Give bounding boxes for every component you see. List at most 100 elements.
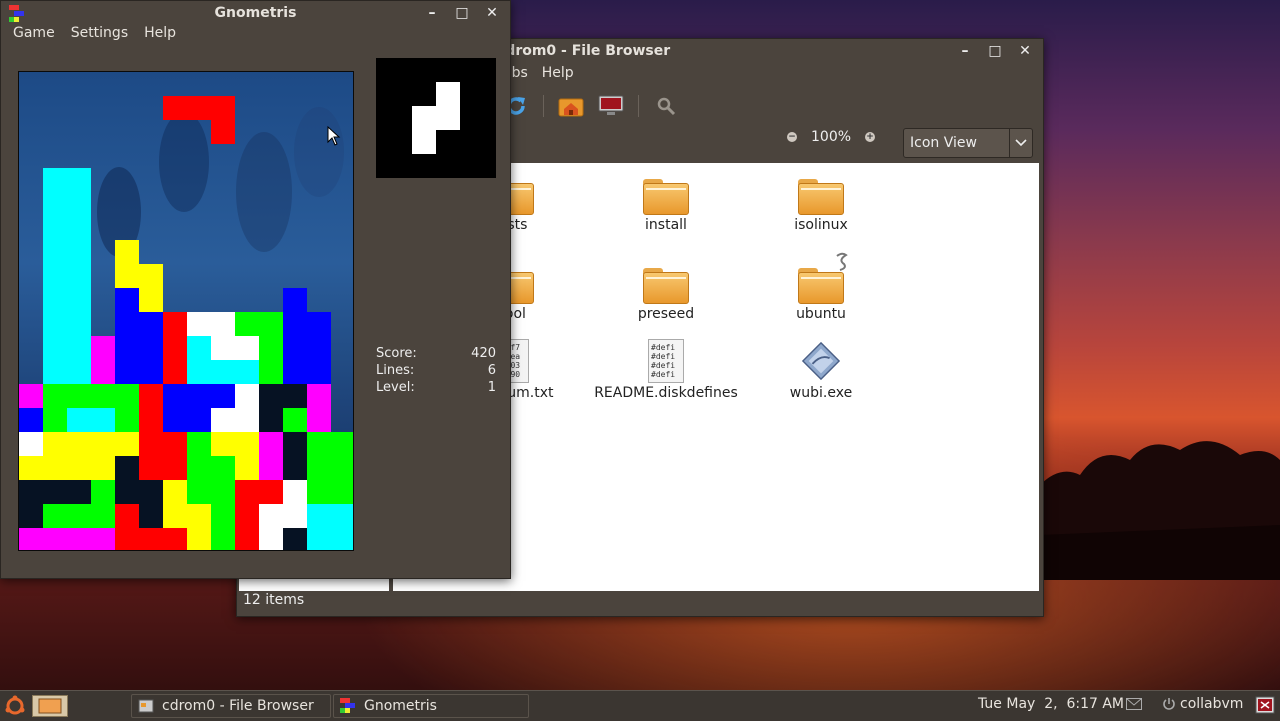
session-icon[interactable] [1255, 695, 1275, 719]
board-block [67, 240, 91, 264]
board-block [19, 504, 43, 528]
next-piece-block [412, 130, 436, 154]
task-gnometris[interactable]: Gnometris [333, 694, 529, 718]
board-block [211, 528, 235, 550]
board-block [187, 480, 211, 504]
board-block [91, 528, 115, 550]
game-board[interactable] [18, 71, 354, 551]
board-block [139, 312, 163, 336]
clock[interactable]: Tue May 2, 6:17 AM [978, 696, 1124, 712]
board-block [43, 288, 67, 312]
board-block [283, 336, 307, 360]
zoom-level[interactable]: 100% [805, 129, 857, 145]
board-block [67, 264, 91, 288]
home-button[interactable] [558, 93, 584, 119]
board-block [43, 240, 67, 264]
maximize-button[interactable]: □ [452, 4, 472, 22]
board-block [235, 456, 259, 480]
text-file-icon: #defi #defi #defi #defi [648, 339, 684, 383]
board-block [259, 480, 283, 504]
minimize-icon: – [961, 43, 969, 59]
board-block [43, 480, 67, 504]
ubuntu-menu-button[interactable] [4, 695, 26, 717]
board-block [115, 504, 139, 528]
board-block [187, 408, 211, 432]
task-label: Gnometris [364, 698, 437, 714]
board-block [19, 456, 43, 480]
board-block [307, 360, 331, 384]
board-block [331, 480, 353, 504]
text-preview-line: #defi [651, 343, 676, 352]
file-item-readme[interactable]: #defi #defi #defi #defi README.diskdefin… [591, 339, 741, 401]
board-block [19, 408, 43, 432]
board-block [139, 264, 163, 288]
zoom-out-button[interactable]: − [787, 132, 797, 142]
menu-game[interactable]: Game [7, 25, 61, 47]
board-cells [19, 96, 353, 550]
board-block [115, 288, 139, 312]
board-block [235, 528, 259, 550]
gnometris-titlebar[interactable]: Gnometris – □ ✕ [1, 1, 510, 27]
board-block [43, 192, 67, 216]
close-button[interactable]: ✕ [482, 4, 502, 22]
user-name[interactable]: collabvm [1180, 696, 1243, 712]
power-icon[interactable] [1162, 697, 1176, 715]
maximize-icon: □ [988, 43, 1002, 59]
board-block [115, 480, 139, 504]
board-block [67, 528, 91, 550]
minimize-button[interactable]: – [422, 4, 442, 22]
board-block [115, 528, 139, 550]
zoom-in-button[interactable]: + [865, 132, 876, 142]
board-block [163, 528, 187, 550]
board-block [91, 360, 115, 384]
board-block [331, 432, 353, 456]
board-block [307, 312, 331, 336]
menu-help[interactable]: Help [138, 25, 182, 47]
computer-button[interactable] [598, 93, 624, 119]
level-row: Level: 1 [376, 380, 496, 397]
board-block [235, 336, 259, 360]
gnometris-menubar: Game Settings Help [7, 25, 182, 47]
file-item-wubi[interactable]: wubi.exe [746, 339, 896, 401]
board-block [283, 288, 307, 312]
task-file-browser[interactable]: cdrom0 - File Browser [131, 694, 331, 718]
text-preview-line: #defi [651, 352, 676, 361]
board-block [91, 504, 115, 528]
file-item-isolinux[interactable]: isolinux [746, 179, 896, 233]
board-block [67, 312, 91, 336]
file-browser-app-icon [138, 699, 154, 713]
search-button[interactable] [653, 93, 679, 119]
file-item-preseed[interactable]: preseed [591, 268, 741, 322]
board-block [139, 504, 163, 528]
board-block [283, 360, 307, 384]
show-desktop-icon [38, 698, 62, 714]
board-block [187, 504, 211, 528]
menu-settings[interactable]: Settings [65, 25, 134, 47]
close-button[interactable]: ✕ [1015, 42, 1035, 60]
board-block [67, 456, 91, 480]
board-block [259, 408, 283, 432]
menu-help[interactable]: Help [542, 65, 574, 87]
file-name: ubuntu [796, 306, 846, 322]
next-piece-cells [412, 82, 460, 154]
board-block [307, 384, 331, 408]
board-block [139, 528, 163, 550]
view-mode-select[interactable]: Icon View [903, 128, 1033, 158]
mouse-cursor-icon [327, 126, 341, 146]
board-block [187, 384, 211, 408]
board-block [67, 480, 91, 504]
gnometris-window[interactable]: Gnometris – □ ✕ Game Settings Help Score… [0, 0, 511, 579]
board-block [115, 336, 139, 360]
file-item-ubuntu[interactable]: ubuntu [746, 252, 896, 322]
zoom-controls: − 100% + [787, 129, 876, 145]
file-item-install[interactable]: install [591, 179, 741, 233]
board-block [43, 408, 67, 432]
board-block [283, 408, 307, 432]
mail-icon[interactable] [1126, 698, 1142, 714]
maximize-button[interactable]: □ [985, 42, 1005, 60]
view-mode-value: Icon View [910, 135, 977, 151]
show-desktop-button[interactable] [32, 695, 68, 717]
minimize-button[interactable]: – [955, 42, 975, 60]
board-block [235, 384, 259, 408]
board-block [67, 288, 91, 312]
